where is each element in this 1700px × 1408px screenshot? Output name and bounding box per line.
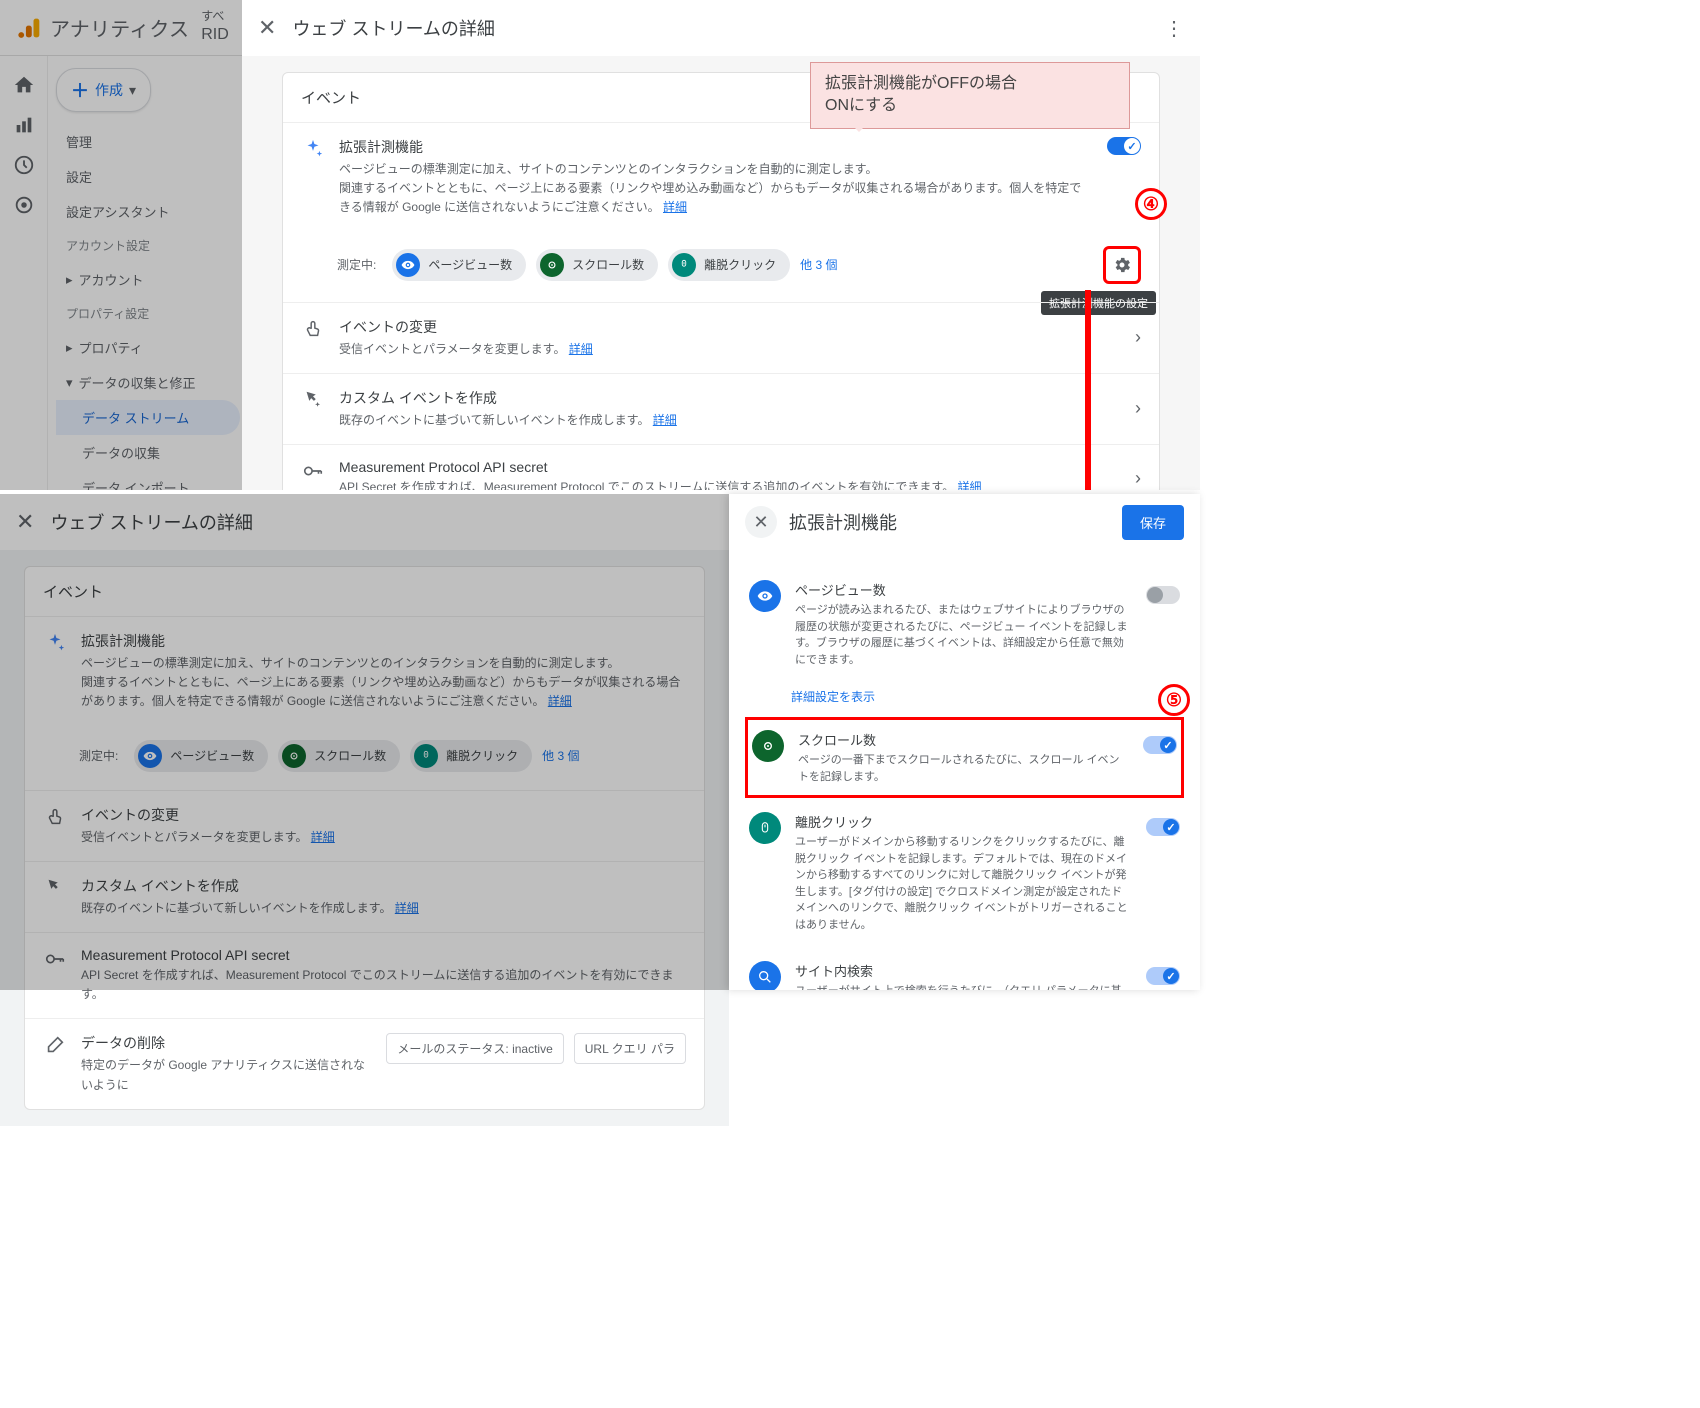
scroll-toggle[interactable] — [1143, 736, 1177, 754]
gear-button[interactable]: 拡張計測機能の設定 — [1103, 246, 1141, 284]
nav-data-collection[interactable]: データの収集 — [56, 435, 240, 470]
nav-account[interactable]: ▸アカウント — [56, 262, 240, 297]
chip-pageview: ページビュー数 — [392, 249, 526, 281]
panel-title: 拡張計測機能 — [789, 509, 1110, 535]
chip-outbound: 離脱クリック — [668, 249, 790, 281]
chevron-down-icon: ▾ — [66, 375, 73, 391]
chevron-right-icon: ▸ — [66, 340, 73, 356]
close-icon[interactable]: ✕ — [745, 506, 777, 538]
explore-icon[interactable] — [13, 154, 35, 176]
nav-header-property: プロパティ設定 — [56, 297, 240, 330]
eraser-icon — [43, 1033, 67, 1057]
gear-icon — [1112, 255, 1132, 275]
advanced-settings-link[interactable]: 詳細設定を表示 — [745, 682, 1184, 717]
sparkle-icon — [301, 137, 325, 161]
pv-toggle[interactable] — [1146, 586, 1180, 604]
r3-title: カスタム イベントを作成 — [339, 388, 1121, 408]
left-rail — [0, 56, 48, 490]
annotation-callout: 拡張計測機能がOFFの場合ONにする — [810, 62, 1130, 129]
details-link[interactable]: 詳細 — [569, 342, 593, 356]
create-button[interactable]: ＋ 作成 ▾ — [56, 68, 151, 112]
measuring-label: 測定中: — [337, 256, 376, 273]
item-site-search: サイト内検索ユーザーがサイト上で検索を行うたびに、（クエリ パラメータに基づいて… — [745, 947, 1184, 990]
row-create-events[interactable]: カスタム イベントを作成既存のイベントに基づいて新しいイベントを作成します。 詳… — [283, 373, 1159, 444]
enhanced-measurement-panel: ✕ 拡張計測機能 保存 ページビュー数ページが読み込まれるたび、またはウェブサイ… — [729, 494, 1200, 990]
events-card: イベント 拡張計測機能 ページビューの標準測定に加え、サイトのコンテンツとのイン… — [282, 72, 1160, 490]
row-enhanced-measurement: 拡張計測機能 ページビューの標準測定に加え、サイトのコンテンツとのインタラクショ… — [283, 122, 1159, 232]
kebab-icon[interactable]: ⋮ — [1164, 16, 1184, 41]
admin-sidebar: ＋ 作成 ▾ 管理 設定 設定アシスタント アカウント設定 ▸アカウント プロパ… — [48, 56, 248, 490]
chevron-down-icon: ▾ — [129, 82, 136, 99]
annotation-num-4: ④ — [1135, 188, 1167, 220]
key-icon — [301, 459, 325, 483]
ads-icon[interactable] — [13, 194, 35, 216]
reports-icon[interactable] — [13, 114, 35, 136]
item-outbound: 離脱クリックユーザーがドメインから移動するリンクをクリックするたびに、離脱クリッ… — [745, 798, 1184, 947]
eye-icon — [749, 580, 781, 612]
details-link[interactable]: 詳細 — [653, 413, 677, 427]
out-toggle[interactable] — [1146, 818, 1180, 836]
nav-property[interactable]: ▸プロパティ — [56, 330, 240, 365]
item-scroll: スクロール数ページの一番下までスクロールされるたびに、スクロール イベントを記録… — [745, 717, 1184, 798]
r2-title: イベントの変更 — [339, 317, 1121, 337]
close-icon[interactable]: ✕ — [258, 15, 276, 41]
home-icon[interactable] — [13, 74, 35, 96]
sheet-title: ウェブ ストリームの詳細 — [292, 15, 494, 41]
row-modify-events[interactable]: イベントの変更受信イベントとパラメータを変更します。 詳細 › — [283, 302, 1159, 373]
details-link[interactable]: 詳細 — [663, 200, 687, 214]
ext-desc: ページビューの標準測定に加え、サイトのコンテンツとのインタラクションを自動的に測… — [339, 160, 1093, 218]
nav-settings[interactable]: 設定 — [56, 159, 240, 194]
more-3-link[interactable]: 他 3 個 — [800, 256, 837, 273]
row-mp-secret[interactable]: Measurement Protocol API secretAPI Secre… — [283, 444, 1159, 490]
chevron-right-icon: › — [1135, 468, 1141, 489]
nav-assistant[interactable]: 設定アシスタント — [56, 194, 240, 229]
app-title: アナリティクス — [50, 13, 189, 42]
enhanced-toggle[interactable] — [1107, 137, 1141, 155]
mouse-icon — [749, 812, 781, 844]
chevron-right-icon: › — [1135, 327, 1141, 348]
property-selector[interactable]: すべ RID — [201, 9, 229, 45]
r4-title: Measurement Protocol API secret — [339, 459, 1121, 475]
plus-icon: ＋ — [71, 77, 89, 103]
nav-data-import[interactable]: データ インポート — [56, 470, 240, 490]
details-link[interactable]: 詳細 — [958, 480, 982, 490]
measuring-chips: 測定中: ページビュー数 スクロール数 離脱クリック 他 3 個 拡張計測機能の… — [283, 232, 1159, 302]
save-button[interactable]: 保存 — [1122, 505, 1184, 540]
search-icon — [749, 961, 781, 990]
touch-icon — [301, 317, 325, 341]
chip-scroll: スクロール数 — [536, 249, 658, 281]
ga-logo: アナリティクス — [16, 13, 189, 42]
chevron-right-icon: ▸ — [66, 272, 73, 288]
chevron-right-icon: › — [1135, 398, 1141, 419]
nav-admin[interactable]: 管理 — [56, 124, 240, 159]
ext-title: 拡張計測機能 — [339, 137, 1093, 157]
scroll-icon — [752, 730, 784, 762]
nav-data-stream[interactable]: データ ストリーム — [56, 400, 240, 435]
nav-data-collect[interactable]: ▾データの収集と修正 — [56, 365, 240, 400]
cursor-sparkle-icon — [301, 388, 325, 412]
annotation-num-5: ⑤ — [1158, 684, 1190, 716]
nav-header-account: アカウント設定 — [56, 229, 240, 262]
item-pageview: ページビュー数ページが読み込まれるたび、またはウェブサイトによりブラウザの履歴の… — [745, 566, 1184, 682]
search-toggle[interactable] — [1146, 967, 1180, 985]
